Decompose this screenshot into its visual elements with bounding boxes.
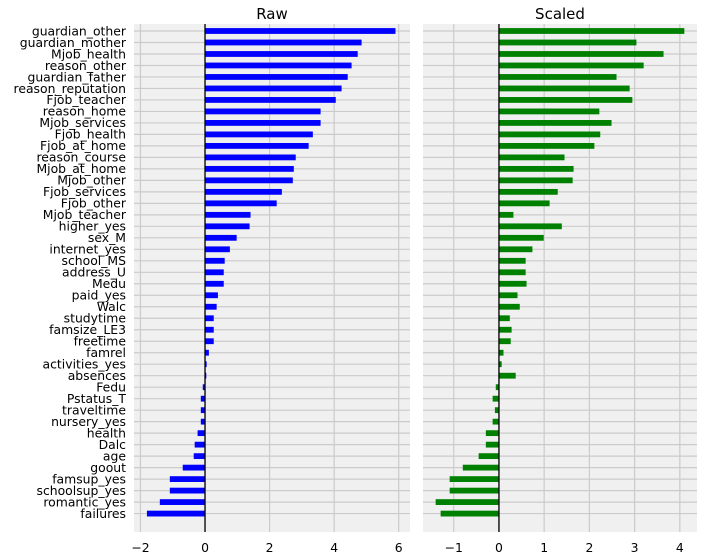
scaled-bar-guardian_other [498,28,685,34]
scaled-bar-Dalc [485,441,499,448]
raw-bar-Fjob_at_home [205,143,309,149]
raw-chart-title: Raw [256,5,288,23]
raw-x-tick-label: 0 [201,540,209,555]
raw-bar-guardian_mother [205,39,362,46]
raw-bar-reason_other [205,62,352,69]
raw-bar-Dalc [194,441,206,448]
scaled-bar-reason_reputation [498,85,630,92]
raw-x-tick-label: 6 [395,540,403,555]
scaled-bar-famsup_yes [449,476,499,483]
scaled-bar-address_U [498,269,526,276]
scaled-bar-failures [440,510,499,517]
raw-bar-paid_yes [205,292,218,299]
raw-bar-guardian_father [205,74,348,80]
raw-bar-romantic_yes [159,499,206,505]
scaled-x-tick-label: −1 [445,540,463,555]
scaled-bar-romantic_yes [435,499,499,505]
raw-bar-guardian_other [205,28,396,34]
scaled-bar-Mjob_health [498,51,664,57]
scaled-x-tick-label: 3 [631,540,639,555]
raw-bar-school_MS [205,257,225,264]
scaled-bar-Mjob_teacher [498,211,514,218]
raw-bar-failures [146,510,206,517]
raw-bar-age [193,453,206,460]
raw-bar-famsup_yes [169,476,206,483]
scaled-bar-Mjob_services [498,120,612,126]
scaled-bar-Walc [498,303,520,310]
raw-bar-Mjob_teacher [205,211,251,218]
scaled-bar-Fjob_services [498,188,558,195]
scaled-bar-Fjob_teacher [498,97,633,103]
scaled-bar-health [485,430,499,437]
raw-bar-schoolsup_yes [169,487,206,494]
raw-bar-freetime [205,338,214,345]
raw-bar-reason_reputation [205,85,342,92]
scaled-bar-Fjob_health [498,131,601,138]
scaled-bar-school_MS [498,257,526,264]
raw-bar-address_U [205,269,224,276]
scaled-x-tick-label: 1 [540,540,548,555]
raw-bar-Mjob_services [205,120,321,126]
raw-bar-Fjob_other [205,200,277,207]
scaled-bar-Pstatus_T [492,395,499,402]
feature-coefficient-charts: Raw −2 0 2 4 6guardian_otherguardian_motherM… [14,5,697,555]
scaled-bar-famrel [498,349,504,356]
scaled-bar-sex_M [498,234,544,241]
scaled-bar-Fjob_at_home [498,143,595,149]
scaled-bar-freetime [498,338,511,345]
raw-bar-Fjob_teacher [205,97,336,103]
scaled-bar-famsize_LE3 [498,326,512,333]
raw-bar-goout [182,464,206,471]
raw-bar-Mjob_at_home [205,165,294,172]
scaled-chart-title: Scaled [535,5,585,23]
raw-bar-reason_course [205,154,296,161]
scaled-bar-schoolsup_yes [449,487,499,494]
raw-bar-health [197,430,206,437]
scaled-chart-panel: Scaled −1 0 1 2 3 4 [423,5,697,555]
scaled-bar-Fjob_other [498,200,550,207]
scaled-bar-Medu [498,280,527,287]
scaled-bar-goout [462,464,499,471]
scaled-bar-higher_yes [498,223,562,230]
scaled-bar-Mjob_at_home [498,165,574,172]
scaled-x-tick-label: 4 [676,540,684,555]
raw-bar-Mjob_other [205,177,293,184]
scaled-x-tick-label: 0 [495,540,503,555]
scaled-bar-guardian_mother [498,39,637,46]
scaled-bar-Mjob_other [498,177,573,184]
raw-x-tick-label: 2 [266,540,274,555]
raw-bar-Fjob_health [205,131,313,138]
raw-bar-reason_home [205,108,321,115]
raw-x-tick-label: −2 [131,540,149,555]
scaled-bar-nursery_yes [492,418,499,425]
scaled-bar-reason_course [498,154,565,161]
raw-bar-internet_yes [205,246,230,253]
raw-x-tick-label: 4 [330,540,338,555]
scaled-bar-guardian_father [498,74,617,80]
raw-bar-higher_yes [205,223,250,230]
raw-bar-Walc [205,303,217,310]
scaled-bar-absences [498,372,516,379]
y-tick-label: failures [80,506,126,521]
raw-bar-sex_M [205,234,237,241]
raw-bar-famsize_LE3 [205,326,214,333]
scaled-bar-paid_yes [498,292,518,299]
scaled-bar-reason_home [498,108,600,115]
scaled-bar-reason_other [498,62,644,69]
scaled-bar-age [478,453,499,460]
raw-bar-Fjob_services [205,188,282,195]
raw-bar-Mjob_health [205,51,358,57]
scaled-bar-studytime [498,315,510,322]
raw-bar-Medu [205,280,224,287]
scaled-x-tick-label: 2 [585,540,593,555]
scaled-bar-internet_yes [498,246,533,253]
raw-chart-panel: Raw −2 0 2 4 6guardian_otherguardian_motherM… [14,5,410,555]
raw-bar-studytime [205,315,214,322]
